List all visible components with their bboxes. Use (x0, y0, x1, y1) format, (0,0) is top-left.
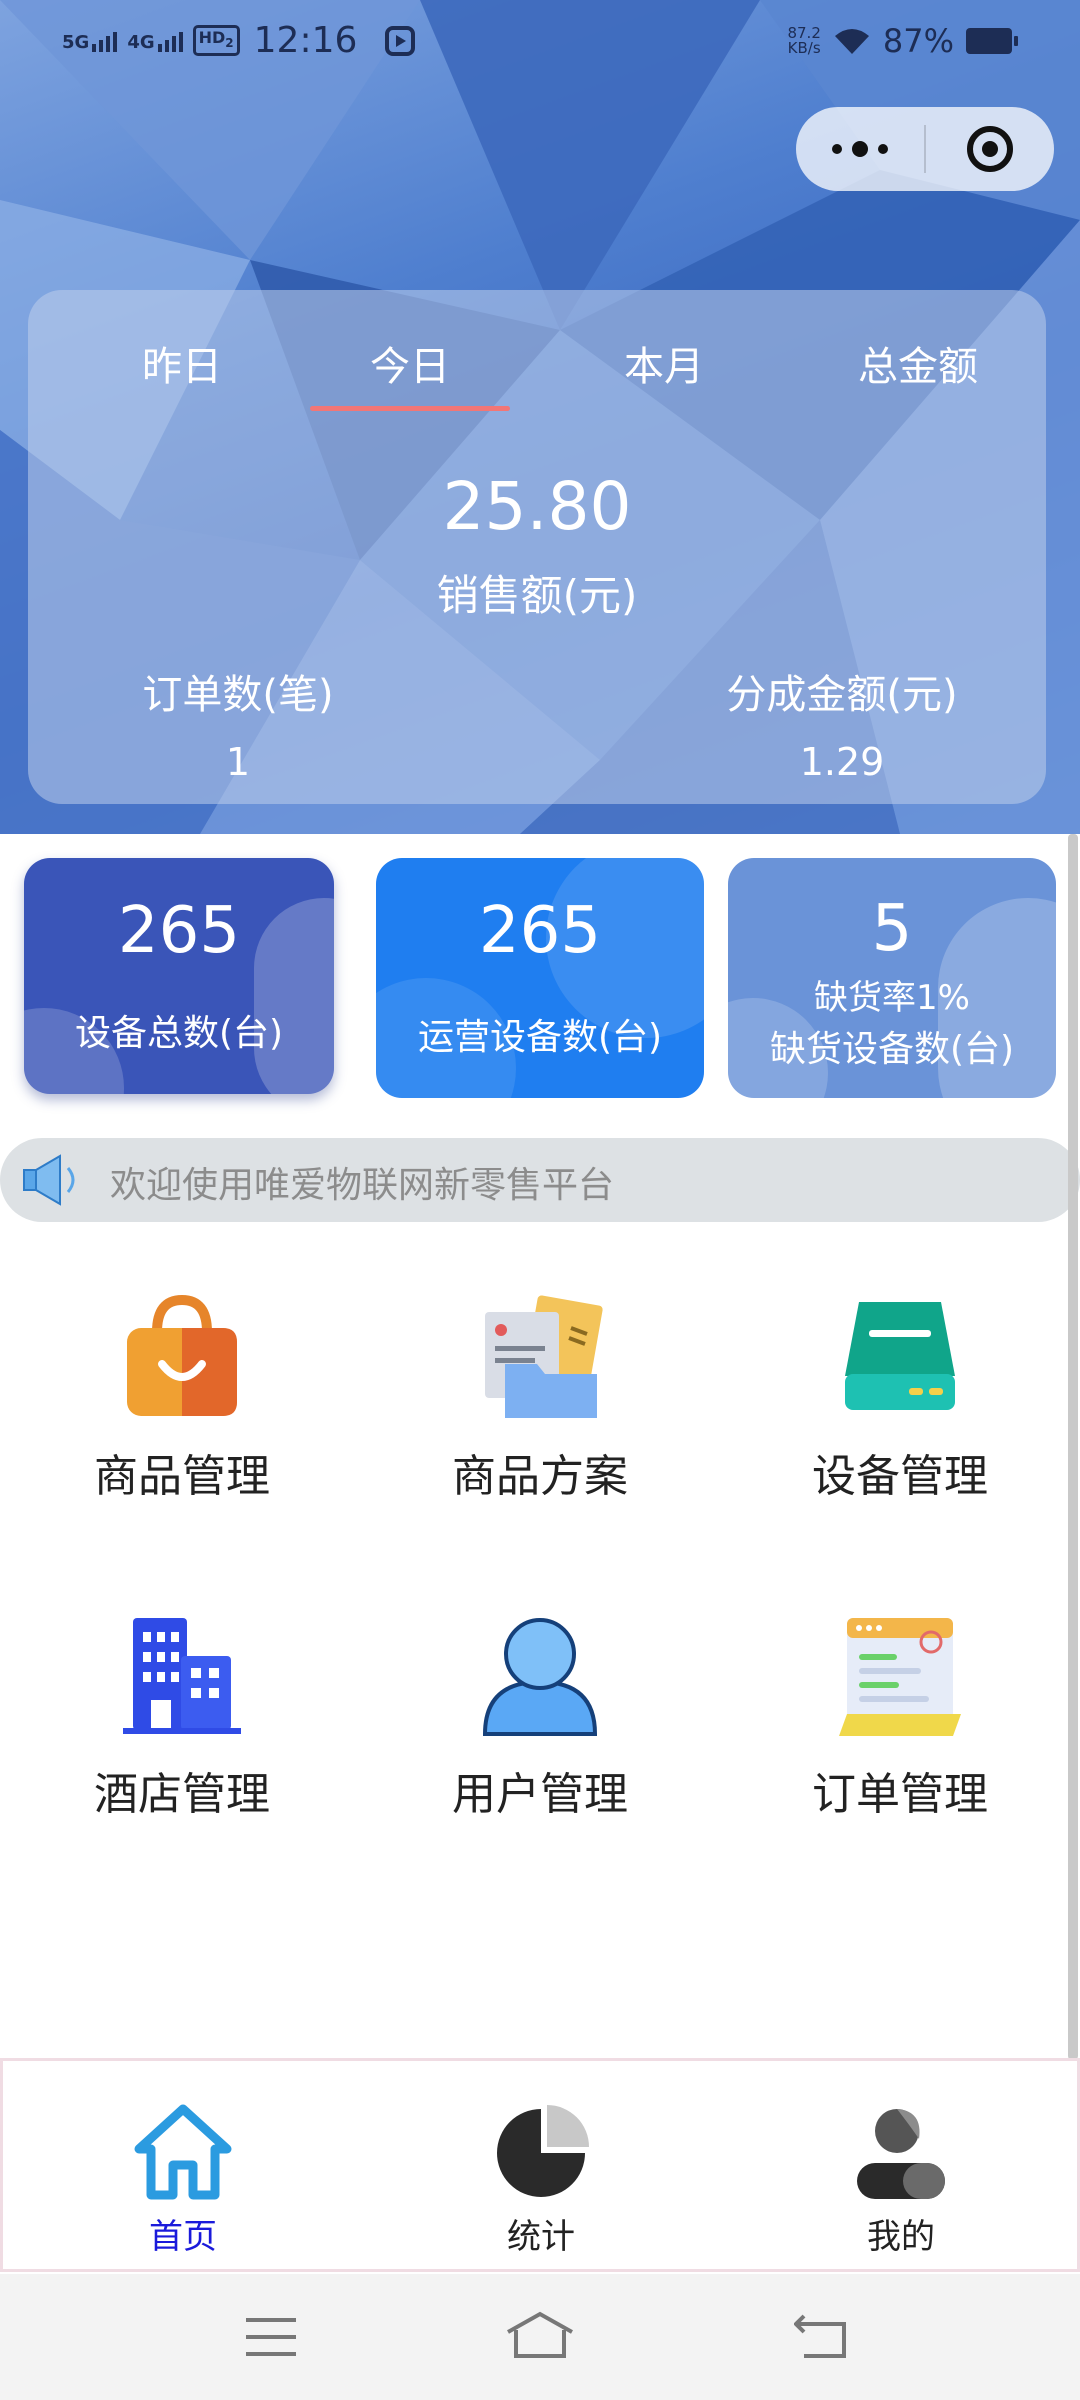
back-icon[interactable] (794, 2312, 850, 2360)
user-icon (475, 1612, 605, 1742)
tab-today[interactable]: 今日 (310, 334, 510, 392)
shopping-bag-icon (117, 1294, 247, 1424)
sales-amount: 25.80 (442, 468, 632, 545)
hotel-management-label: 酒店管理 (94, 1769, 270, 1820)
sales-stats-card: 昨日 今日 本月 总金额 25.80 销售额(元) 订单数(笔) 1 分成金额(… (28, 290, 1046, 804)
folder-documents-icon (475, 1294, 605, 1424)
product-plan-item[interactable]: 商品方案 (390, 1294, 690, 1504)
profile-icon (851, 2103, 951, 2203)
home-icon (133, 2103, 233, 2203)
tab-total-amount[interactable]: 总金额 (818, 334, 1018, 392)
tab-mine-label: 我的 (867, 2217, 935, 2257)
orders-label: 订单数(笔) (142, 672, 334, 718)
order-list-icon (835, 1612, 965, 1742)
product-management-item[interactable]: 商品管理 (32, 1294, 332, 1504)
device-drive-icon (835, 1294, 965, 1424)
close-miniprogram-button[interactable] (926, 107, 1054, 191)
order-management-label: 订单管理 (812, 1769, 988, 1820)
clock: 12:16 (253, 20, 358, 61)
device-total-value: 265 (117, 894, 241, 968)
shortage-rate: 缺货率1% (814, 978, 970, 1018)
operating-devices-card[interactable]: 265 运营设备数(台) (376, 858, 704, 1098)
device-management-item[interactable]: 设备管理 (750, 1294, 1050, 1504)
system-navigation-bar (0, 2274, 1080, 2400)
active-tab-indicator (310, 406, 510, 411)
tab-home-label: 首页 (149, 2217, 217, 2257)
hd-voice-icon: HD2 (192, 24, 240, 57)
hotel-building-icon (117, 1612, 247, 1742)
signal-5g: 5G (62, 30, 118, 52)
more-options-button[interactable] (796, 107, 924, 191)
status-bar: 5G 4G HD2 12:16 87.2 KB/s 87% (0, 0, 1080, 86)
hotel-management-item[interactable]: 酒店管理 (32, 1612, 332, 1822)
shortage-devices-card[interactable]: 5 缺货率1% 缺货设备数(台) (728, 858, 1056, 1098)
shortage-devices-label: 缺货设备数(台) (769, 1029, 1015, 1070)
share-label: 分成金额(元) (726, 672, 958, 718)
shortage-devices-labels: 缺货率1% 缺货设备数(台) (728, 972, 1056, 1076)
device-total-card[interactable]: 265 设备总数(台) (24, 858, 334, 1094)
sales-amount-label: 销售额(元) (436, 571, 638, 620)
network-speed: 87.2 KB/s (787, 24, 821, 57)
device-total-label: 设备总数(台) (74, 1013, 284, 1054)
share-stat: 分成金额(元) 1.29 (682, 662, 1002, 784)
tab-home[interactable]: 首页 (83, 2103, 283, 2258)
tab-mine[interactable]: 我的 (801, 2103, 1001, 2258)
device-management-label: 设备管理 (812, 1451, 988, 1502)
target-icon (967, 126, 1013, 172)
order-management-item[interactable]: 订单管理 (750, 1612, 1050, 1822)
tab-this-month[interactable]: 本月 (564, 334, 764, 392)
bottom-tab-bar: 首页 统计 我的 (0, 2058, 1080, 2272)
product-management-label: 商品管理 (94, 1451, 270, 1502)
notice-bar[interactable]: 欢迎使用唯爱物联网新零售平台 (0, 1138, 1080, 1222)
user-management-item[interactable]: 用户管理 (390, 1612, 690, 1822)
share-value: 1.29 (799, 740, 885, 784)
orders-value: 1 (225, 740, 251, 784)
signal-bars-icon (92, 30, 118, 52)
orders-stat: 订单数(笔) 1 (78, 662, 398, 784)
media-app-icon (385, 25, 416, 56)
shortage-devices-value: 5 (871, 892, 913, 966)
pie-chart-icon (491, 2103, 591, 2203)
speaker-icon (23, 1154, 75, 1206)
signal-4g: 4G (127, 30, 183, 52)
miniprogram-capsule (796, 107, 1054, 191)
tab-statistics[interactable]: 统计 (441, 2103, 641, 2258)
operating-devices-label: 运营设备数(台) (417, 1017, 663, 1058)
tab-yesterday[interactable]: 昨日 (82, 334, 282, 392)
tab-statistics-label: 统计 (507, 2217, 575, 2257)
home-nav-icon[interactable] (504, 2310, 576, 2360)
product-plan-label: 商品方案 (452, 1451, 628, 1502)
battery-icon (966, 28, 1018, 54)
menu-icon[interactable] (244, 2314, 298, 2360)
notice-text: 欢迎使用唯爱物联网新零售平台 (110, 1165, 615, 1206)
wifi-icon (834, 29, 869, 54)
battery-percent: 87% (882, 22, 954, 60)
signal-bars-icon (157, 30, 183, 52)
operating-devices-value: 265 (478, 894, 602, 968)
page-scrollbar[interactable] (1068, 834, 1078, 2060)
user-management-label: 用户管理 (452, 1769, 628, 1820)
period-tabs: 昨日 今日 本月 总金额 (28, 334, 1046, 394)
